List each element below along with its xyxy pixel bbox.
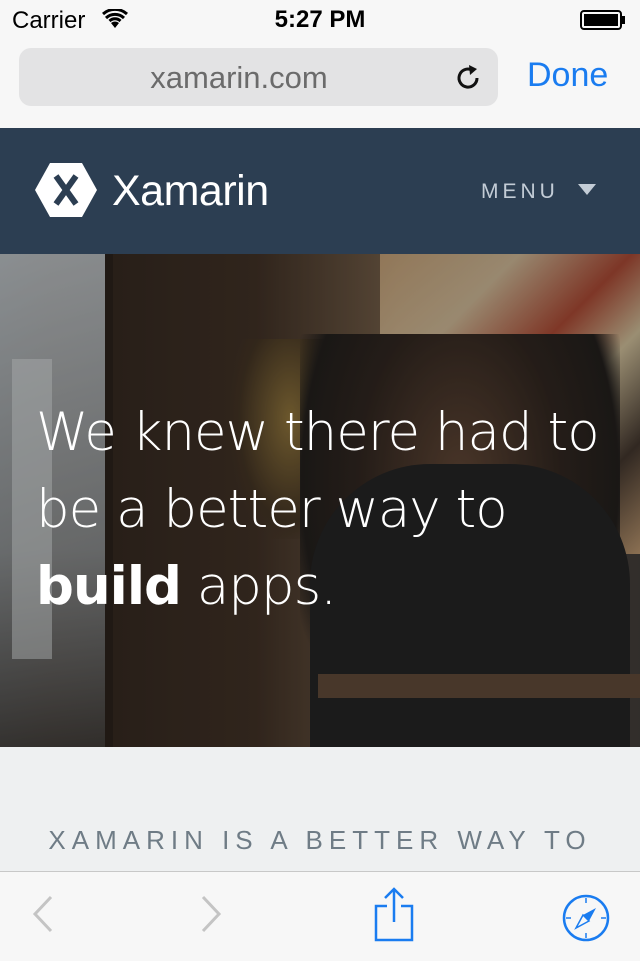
- caret-down-icon[interactable]: [578, 184, 596, 196]
- browser-address-bar: xamarin.com Done: [0, 40, 640, 128]
- hero-line-3-rest: apps.: [196, 556, 337, 617]
- url-field[interactable]: xamarin.com: [19, 48, 498, 106]
- url-text: xamarin.com: [150, 60, 328, 95]
- browser-toolbar: [0, 871, 640, 961]
- hero-bold-word: build: [36, 556, 182, 617]
- hero-headline: We knew there had to be a better way to …: [36, 394, 626, 625]
- menu-button[interactable]: MENU: [481, 180, 559, 204]
- site-header: Xamarin MENU: [0, 128, 640, 254]
- safari-compass-icon[interactable]: [562, 894, 610, 942]
- status-bar: Carrier 5:27 PM: [0, 0, 640, 40]
- clock: 5:27 PM: [274, 6, 366, 33]
- share-icon[interactable]: [374, 886, 414, 942]
- reload-icon[interactable]: [453, 63, 483, 93]
- brand-name[interactable]: Xamarin: [112, 167, 269, 216]
- section-heading: XAMARIN IS A BETTER WAY TO: [48, 825, 592, 855]
- hero-line-3: build apps.: [36, 548, 626, 625]
- hero-banner: We knew there had to be a better way to …: [0, 254, 640, 747]
- hero-line-1: We knew there had to: [36, 402, 600, 463]
- done-button[interactable]: Done: [527, 56, 608, 95]
- forward-chevron-icon[interactable]: [200, 894, 222, 934]
- battery-icon: [580, 10, 625, 30]
- xamarin-logo-icon[interactable]: [34, 161, 98, 219]
- hero-line-2: be a better way to: [36, 479, 508, 540]
- back-chevron-icon[interactable]: [32, 894, 54, 934]
